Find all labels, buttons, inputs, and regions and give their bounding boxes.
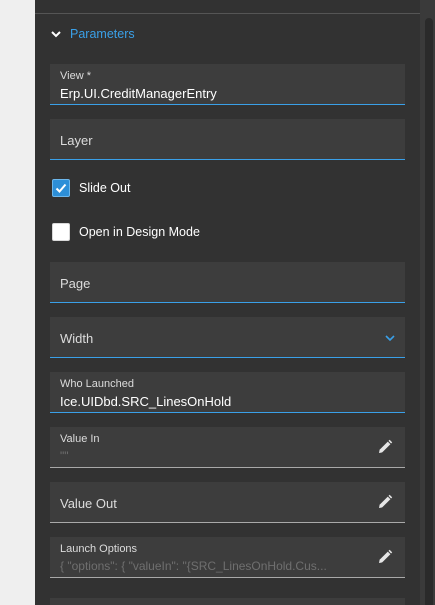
value-out-field[interactable]: Value Out: [50, 482, 405, 523]
value-in-label: Value In: [60, 433, 100, 445]
page-field[interactable]: Page: [50, 262, 405, 303]
next-field-partial[interactable]: [50, 598, 405, 605]
launch-options-field[interactable]: Launch Options { "options": { "valueIn":…: [50, 537, 405, 578]
checkbox-unchecked[interactable]: [52, 223, 70, 241]
launch-options-placeholder: { "options": { "valueIn": "{SRC_LinesOnH…: [60, 559, 327, 573]
slide-out-label: Slide Out: [79, 181, 131, 195]
chevron-down-icon[interactable]: [384, 333, 396, 343]
value-in-placeholder: "": [60, 449, 69, 463]
who-launched-value[interactable]: Ice.UIDbd.SRC_LinesOnHold: [60, 394, 231, 409]
pencil-icon[interactable]: [377, 494, 393, 510]
pencil-icon[interactable]: [377, 549, 393, 565]
view-label: View *: [60, 70, 91, 82]
pencil-icon[interactable]: [377, 439, 393, 455]
width-select[interactable]: Width: [50, 317, 405, 358]
page-label: Page: [60, 276, 91, 291]
width-label: Width: [60, 331, 94, 346]
view-value[interactable]: Erp.UI.CreditManagerEntry: [60, 86, 217, 101]
launch-options-label: Launch Options: [60, 543, 138, 555]
parameters-section-header[interactable]: Parameters: [50, 24, 135, 44]
open-in-design-mode-checkbox[interactable]: Open in Design Mode: [52, 223, 200, 241]
chevron-down-icon: [51, 31, 61, 38]
value-out-label: Value Out: [60, 496, 117, 511]
checkbox-checked[interactable]: [52, 179, 70, 197]
layer-label: Layer: [60, 133, 93, 148]
who-launched-label: Who Launched: [60, 378, 134, 390]
who-launched-field[interactable]: Who Launched Ice.UIDbd.SRC_LinesOnHold: [50, 372, 405, 413]
scrollbar[interactable]: [420, 0, 435, 605]
view-field[interactable]: View * Erp.UI.CreditManagerEntry: [50, 64, 405, 105]
section-title: Parameters: [70, 27, 135, 41]
open-in-design-mode-label: Open in Design Mode: [79, 225, 200, 239]
checkmark-icon: [55, 183, 67, 193]
divider: [35, 13, 420, 14]
slide-out-checkbox[interactable]: Slide Out: [52, 179, 130, 197]
value-in-field[interactable]: Value In "": [50, 427, 405, 468]
layer-field[interactable]: Layer: [50, 119, 405, 160]
scrollbar-thumb[interactable]: [425, 18, 433, 605]
